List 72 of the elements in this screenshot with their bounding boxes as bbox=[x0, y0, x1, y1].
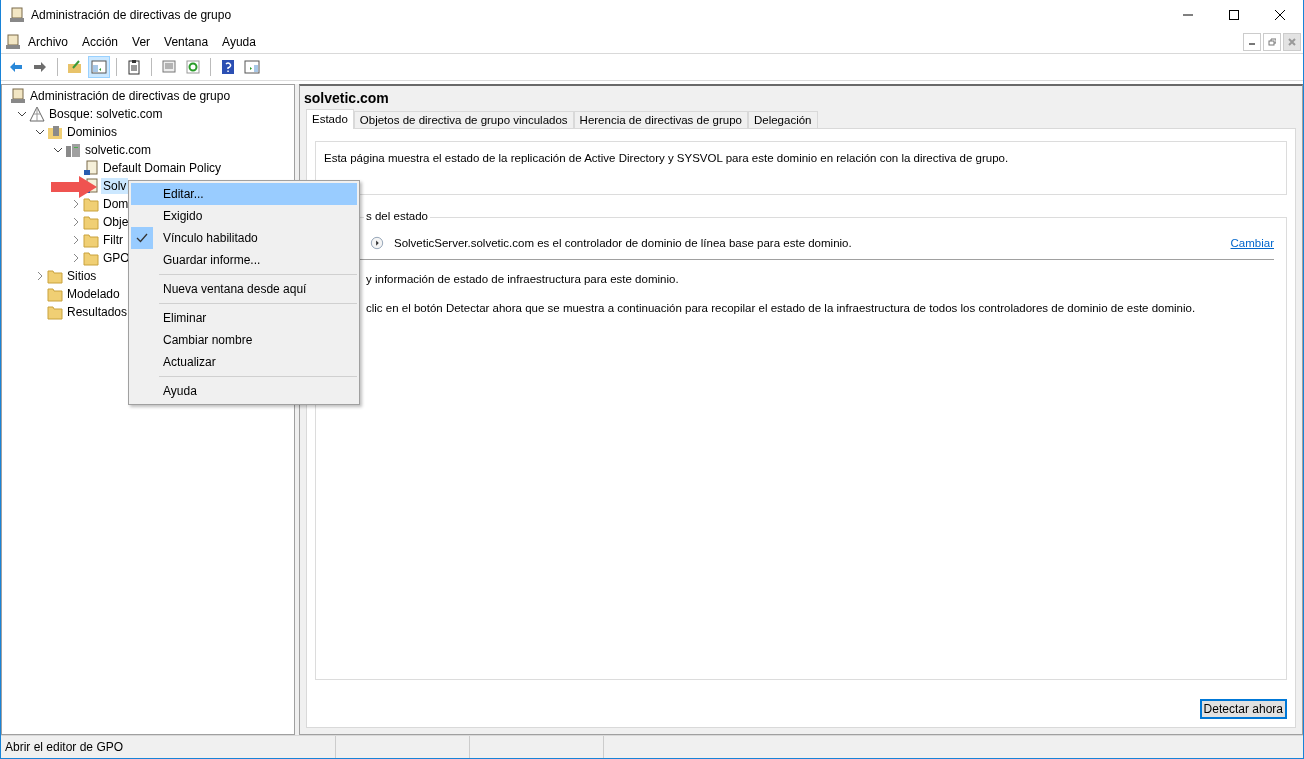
tree-item[interactable]: Sitios bbox=[65, 268, 99, 284]
tree-item[interactable]: Modelado bbox=[65, 286, 122, 302]
restore-icon bbox=[1268, 37, 1276, 46]
folder-icon bbox=[83, 232, 99, 248]
policy-link-icon bbox=[83, 160, 99, 176]
detect-button[interactable]: Detectar ahora bbox=[1199, 699, 1287, 719]
menu-item[interactable]: Nueva ventana desde aquí bbox=[131, 278, 357, 300]
window-title: Administración de directivas de grupo bbox=[31, 8, 233, 22]
detail-title: solvetic.com bbox=[303, 89, 390, 108]
folder-icon bbox=[83, 196, 99, 212]
forward-arrow-icon bbox=[32, 59, 48, 75]
tree-item[interactable]: Dominios bbox=[65, 124, 119, 140]
server-icon bbox=[65, 142, 81, 158]
info-text: y información de estado de infraestructura para este dominio. bbox=[366, 273, 679, 285]
description-text: Esta página muestra el estado de la replicación de Active Directory y SYSVOL para este dominio en relación con la directiva de grupo. bbox=[324, 152, 1009, 164]
console-icon bbox=[5, 33, 21, 50]
tab[interactable]: Estado bbox=[306, 109, 354, 129]
help-icon bbox=[220, 59, 236, 75]
menu-item[interactable]: Acción bbox=[75, 31, 126, 52]
triangle-icon bbox=[29, 106, 45, 122]
restore-button[interactable] bbox=[1263, 32, 1281, 51]
info-text: clic en el botón Detectar ahora que se muestra a continuación para recopilar el estado de la infraestructura de todos los controladores de dominio de este dominio. bbox=[366, 302, 1196, 314]
folder-icon bbox=[83, 214, 99, 230]
tree-pane-icon bbox=[91, 59, 107, 75]
menu-item[interactable]: Archivo bbox=[21, 31, 75, 52]
tree-item[interactable]: Obje bbox=[101, 214, 131, 230]
tree-item[interactable]: solvetic.com bbox=[83, 142, 154, 158]
tree-item[interactable]: Default Domain Policy bbox=[101, 160, 224, 176]
folder-icon bbox=[83, 250, 99, 266]
tab[interactable]: Herencia de directivas de grupo bbox=[573, 111, 748, 128]
folder-server-icon bbox=[47, 124, 63, 140]
folder-icon bbox=[47, 286, 63, 302]
tree-item[interactable]: Resultados bbox=[65, 304, 130, 320]
tab[interactable]: Objetos de directiva de grupo vinculados bbox=[353, 111, 574, 128]
check-icon bbox=[136, 233, 148, 243]
menu-item[interactable]: Editar... bbox=[131, 183, 357, 205]
change-link[interactable]: Cambiar bbox=[1230, 237, 1274, 249]
play-icon[interactable] bbox=[370, 236, 384, 250]
menu-item[interactable]: Ver bbox=[125, 31, 158, 52]
console-icon bbox=[10, 88, 26, 104]
folder-up-icon bbox=[67, 59, 83, 75]
tree-item[interactable]: Filtr bbox=[101, 232, 125, 248]
maximize-icon bbox=[1229, 10, 1239, 20]
tab[interactable]: Delegación bbox=[747, 111, 818, 128]
menu-item[interactable]: Ayuda bbox=[131, 380, 357, 402]
tree-item[interactable]: Dom bbox=[101, 196, 131, 212]
menu-item[interactable]: Ventana bbox=[157, 31, 216, 52]
close-button[interactable] bbox=[1283, 32, 1301, 51]
baseline-text: SolveticServer.solvetic.com es el controlador de dominio de línea base para este dominio. bbox=[394, 237, 852, 249]
menu-item[interactable]: Vínculo habilitado bbox=[131, 227, 357, 249]
refresh-icon bbox=[185, 59, 201, 75]
close-icon bbox=[1288, 37, 1296, 46]
action-pane-icon bbox=[244, 59, 260, 75]
menu-item[interactable]: Cambiar nombre bbox=[131, 329, 357, 351]
menu-item[interactable]: Eliminar bbox=[131, 307, 357, 329]
menu-item[interactable]: Guardar informe... bbox=[131, 249, 357, 271]
close-icon bbox=[1275, 10, 1285, 20]
menu-item[interactable]: Exigido bbox=[131, 205, 357, 227]
list-icon bbox=[161, 59, 177, 75]
minimize-button[interactable] bbox=[1243, 32, 1261, 51]
group-label: s del estado bbox=[364, 210, 430, 222]
folder-icon bbox=[47, 304, 63, 320]
clipboard-icon bbox=[126, 59, 142, 75]
menu-item[interactable]: Actualizar bbox=[131, 351, 357, 373]
console-icon bbox=[9, 7, 25, 23]
folder-icon bbox=[47, 268, 63, 284]
status-text: Abrir el editor de GPO bbox=[4, 740, 125, 754]
pointer-arrow-icon bbox=[51, 176, 97, 198]
tree-item[interactable]: Bosque: solvetic.com bbox=[47, 106, 165, 122]
tree-item[interactable]: Solv bbox=[101, 178, 129, 194]
menu-item[interactable]: Ayuda bbox=[215, 31, 263, 52]
tree-item[interactable]: Administración de directivas de grupo bbox=[28, 88, 233, 104]
